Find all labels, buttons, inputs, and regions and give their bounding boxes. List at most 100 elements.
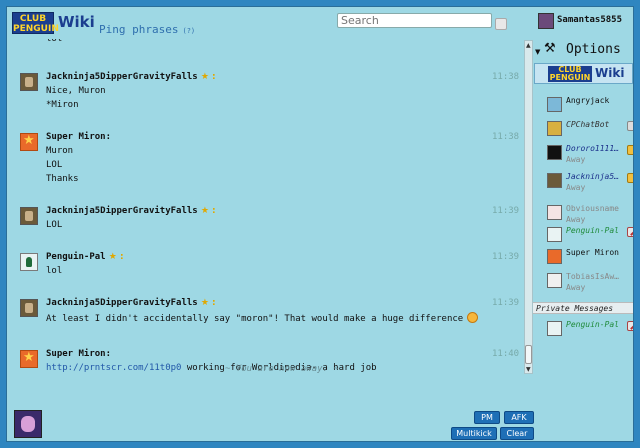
message-avatar[interactable] (20, 133, 38, 151)
user-avatar (547, 321, 562, 336)
current-user-avatar[interactable] (538, 13, 554, 29)
pm-button[interactable]: PM (474, 411, 500, 424)
message-timestamp: 11:38 (492, 72, 520, 82)
message-text: Nice, Muron (46, 86, 106, 96)
message-timestamp: 11:38 (492, 132, 520, 142)
message-text-content: lol (46, 266, 63, 276)
user-list-item[interactable]: Penguin-Pal (547, 319, 633, 341)
sidebar-wiki-wordmark: Wiki (595, 66, 625, 80)
user-list-item[interactable]: CPChatBot (547, 119, 633, 141)
message-text-content: LOL (46, 220, 63, 230)
scroll-up-icon[interactable]: ▲ (526, 42, 531, 49)
user-list-item[interactable]: Penguin-Pal (547, 225, 633, 247)
user-list-item[interactable]: Super Miron (547, 247, 633, 269)
mod-star-icon: ★ : (197, 298, 216, 308)
current-user-name[interactable]: Samantas5855 (557, 15, 622, 25)
user-avatar (547, 121, 562, 136)
message-text: Thanks (46, 174, 79, 184)
shield-icon (627, 173, 633, 183)
user-list-item[interactable]: Angryjack (547, 95, 633, 117)
ping-phrases-label: Ping phrases (99, 23, 179, 36)
chat-scrollbar[interactable] (524, 40, 533, 374)
message-username[interactable]: Jackninja5DipperGravityFalls ★ : (46, 72, 216, 82)
username-text: Super Miron: (46, 349, 112, 359)
clear-button[interactable]: Clear (500, 427, 534, 440)
user-list-item[interactable]: Jackninja5… Away (547, 171, 633, 193)
user-status: Away (566, 215, 586, 224)
search-button[interactable] (495, 18, 507, 30)
user-status: Away (566, 155, 586, 164)
self-avatar[interactable] (14, 410, 42, 438)
scroll-down-icon[interactable]: ▼ (526, 366, 531, 373)
message-avatar[interactable] (20, 73, 38, 91)
chat-log: lol Jackninja5DipperGravityFalls ★ : 11:38… (7, 39, 521, 405)
user-avatar (547, 227, 562, 242)
user-avatar (547, 273, 562, 288)
mod-star-icon: ★ : (197, 72, 216, 82)
wiki-wordmark: Wiki (58, 13, 95, 31)
gear-icon (627, 121, 633, 131)
scroll-thumb[interactable] (525, 345, 532, 364)
away-notice: ~ You are now away. ~ (225, 364, 339, 374)
sidebar-club-penguin-logo: CLUB PENGUIN (548, 65, 592, 82)
message-username[interactable]: Super Miron: (46, 349, 111, 359)
wiki-logo[interactable]: CLUB PENGUIN Wiki (12, 12, 95, 34)
message-avatar[interactable] (20, 253, 38, 271)
hammer-icon (627, 227, 633, 237)
user-name: Angryjack (566, 96, 610, 105)
user-avatar (547, 205, 562, 220)
options-label[interactable]: Options (566, 42, 621, 57)
message-text: lol (46, 39, 62, 44)
user-name: Penguin-Pal (566, 226, 619, 235)
ping-phrases-link[interactable]: Ping phrases (?) (99, 23, 195, 36)
message-avatar[interactable] (20, 350, 38, 368)
mod-star-icon: ★ : (197, 206, 216, 216)
message-timestamp: 11:40 (492, 349, 520, 359)
message-avatar[interactable] (20, 299, 38, 317)
user-status: Away (566, 183, 586, 192)
user-avatar (547, 145, 562, 160)
tools-icon[interactable]: ⚒ (544, 41, 556, 56)
private-messages-header: Private Messages (533, 302, 633, 314)
user-list-item[interactable]: Obviousname Away (547, 203, 633, 225)
message-text-content: Nice, Muron (46, 86, 106, 96)
chat-footer: PM AFK Multikick Clear (7, 405, 534, 441)
message-text-content: Thanks (46, 174, 79, 184)
sidebar-wiki-banner: CLUB PENGUIN Wiki (534, 63, 633, 84)
user-avatar (547, 97, 562, 112)
multikick-button[interactable]: Multikick (451, 427, 497, 440)
header: CLUB PENGUIN Wiki Ping phrases(?) Samant… (7, 7, 633, 39)
message-avatar[interactable] (20, 207, 38, 225)
options-caret-icon[interactable]: ▼ (535, 48, 540, 56)
message-text: Muron (46, 146, 73, 156)
user-status: Away (566, 283, 586, 292)
ping-help-link[interactable]: (?) (182, 27, 195, 35)
message-username[interactable]: Super Miron: (46, 132, 111, 142)
message-text-content: lol (46, 39, 63, 44)
mod-star-icon: ★ : (105, 252, 124, 262)
user-list-item[interactable]: Dororo1111… Away (547, 143, 633, 165)
message-username[interactable]: Penguin-Pal ★ : (46, 252, 124, 262)
user-list-item[interactable]: TobiasIsAw… Away (547, 271, 633, 293)
message-username[interactable]: Jackninja5DipperGravityFalls ★ : (46, 298, 216, 308)
user-name: Obviousname (566, 204, 619, 213)
user-name: Penguin-Pal (566, 320, 619, 329)
message-timestamp: 11:39 (492, 252, 520, 262)
user-name: Jackninja5… (566, 172, 619, 181)
message-username[interactable]: Jackninja5DipperGravityFalls ★ : (46, 206, 216, 216)
message-text: At least I didn't accidentally say "moro… (46, 312, 479, 324)
search-input[interactable] (337, 13, 492, 28)
afk-button[interactable]: AFK (504, 411, 534, 424)
smiley-emoji-icon (467, 312, 479, 323)
hammer-icon (627, 321, 633, 331)
username-text: Penguin-Pal (46, 252, 106, 262)
user-name: Super Miron (566, 248, 619, 257)
message-timestamp: 11:39 (492, 206, 520, 216)
message-link[interactable]: http://prntscr.com/11t0p0 (46, 363, 181, 373)
chat-window: CLUB PENGUIN Wiki Ping phrases(?) Samant… (6, 6, 634, 442)
user-name: Dororo1111… (566, 144, 619, 153)
message-text: LOL (46, 160, 62, 170)
shield-icon (627, 145, 633, 155)
message-text-content: LOL (46, 160, 63, 170)
user-name: CPChatBot (566, 120, 610, 129)
